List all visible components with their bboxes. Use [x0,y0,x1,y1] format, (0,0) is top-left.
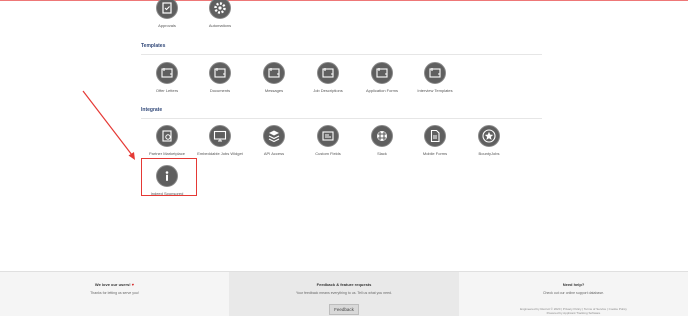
mobile-forms-icon [424,125,446,147]
footer-powered-by[interactable]: Powered by Applicant Tracking Software [459,311,688,315]
tile-label: Slack [377,151,387,156]
section-title-templates: Templates [141,43,166,49]
section-divider [141,118,542,119]
tile-label: Custom Fields [315,151,341,156]
section-divider [141,54,542,55]
gear-icon [209,0,231,19]
heart-icon: ♥ [131,282,135,287]
tile-label: Application Forms [365,88,398,93]
star-badge-icon [478,125,500,147]
footer-left-title: We love our users! [94,282,131,287]
section-title-integrate: Integrate [141,107,163,113]
tile-label: Job Descriptions [313,88,343,93]
tile-label: Documents [209,88,231,93]
template-icon [209,62,231,84]
tile-label: Embeddable Jobs Widget [197,151,243,156]
fields-icon [317,125,339,147]
tile-label: Offer Letters [155,88,179,93]
footer-left: We love our users! ♥ Thanks for letting … [0,272,229,316]
tile-label: API Access [263,151,285,156]
approvals-icon [156,0,178,19]
template-icon [424,62,446,84]
footer-right-text[interactable]: Check out our online support database. [459,291,688,295]
template-icon [371,62,393,84]
feedback-button[interactable]: Feedback [329,304,359,315]
top-border [0,0,688,1]
database-icon [263,125,285,147]
highlight-box [141,158,197,196]
footer-right-title: Need help? [562,282,585,287]
slack-icon [371,125,393,147]
tile-label: Mobile Forms [422,151,448,156]
tile-label: BountyJobs [478,151,500,156]
template-icon [317,62,339,84]
tile-label: Approvals [158,23,176,28]
annotation-arrow [82,90,135,160]
tile-label: Messages [264,88,284,93]
footer-middle-title: Feedback & feature requests [316,282,372,287]
tile-label: Interview Templates [417,88,453,93]
footer-middle-text: Your feedback means everything to us. Te… [296,291,392,295]
template-icon [156,62,178,84]
template-icon [263,62,285,84]
monitor-icon [209,125,231,147]
footer-left-text: Thanks for letting us serve you! [90,291,139,295]
tile-label: Automations [208,23,232,28]
marketplace-icon [156,125,178,147]
tile-label: Partner Marketplace [148,151,185,156]
